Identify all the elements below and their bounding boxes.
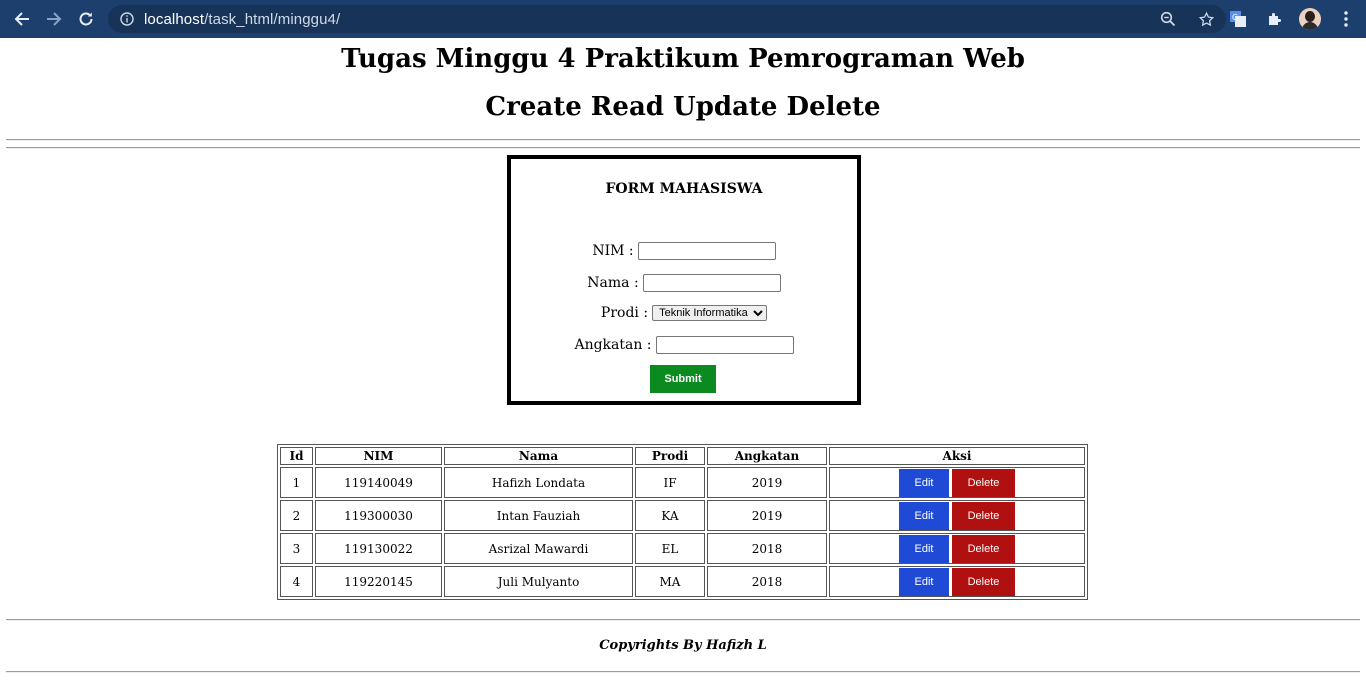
student-form: FORM MAHASISWA NIM : Nama : Prodi : Tekn… xyxy=(507,155,861,405)
menu-dots-icon[interactable] xyxy=(1334,7,1358,31)
angkatan-input[interactable] xyxy=(655,336,794,354)
angkatan-row: Angkatan : xyxy=(511,336,857,354)
cell-id: 3 xyxy=(280,533,313,564)
header-id: Id xyxy=(280,447,313,465)
cell-prodi: IF xyxy=(635,467,705,498)
extensions-icon[interactable] xyxy=(1262,7,1286,31)
delete-button[interactable]: Delete xyxy=(952,534,1015,563)
page-title: Tugas Minggu 4 Praktikum Pemrograman Web xyxy=(341,44,1025,74)
cell-nama: Juli Mulyanto xyxy=(444,566,633,597)
angkatan-label: Angkatan : xyxy=(574,337,652,353)
cell-aksi: Edit Delete xyxy=(829,566,1085,597)
cell-id: 4 xyxy=(280,566,313,597)
reload-icon[interactable] xyxy=(70,0,102,38)
cell-aksi: Edit Delete xyxy=(829,533,1085,564)
submit-button[interactable]: Submit xyxy=(650,365,716,393)
nama-row: Nama : xyxy=(511,274,857,292)
cell-id: 1 xyxy=(280,467,313,498)
table-row: 4 119220145 Juli Mulyanto MA 2018 Edit De… xyxy=(280,566,1085,597)
prodi-label: Prodi : xyxy=(600,305,649,321)
delete-button[interactable]: Delete xyxy=(952,468,1015,497)
info-icon[interactable] xyxy=(116,8,138,30)
table-header-row: Id NIM Nama Prodi Angkatan Aksi xyxy=(280,447,1085,465)
cell-angkatan: 2018 xyxy=(707,566,827,597)
cell-angkatan: 2018 xyxy=(707,533,827,564)
url-text: localhost/task_html/minggu4/ xyxy=(144,11,340,28)
cell-id: 2 xyxy=(280,500,313,531)
translate-icon[interactable]: G xyxy=(1226,7,1250,31)
forward-arrow-icon[interactable] xyxy=(38,0,70,38)
cell-aksi: Edit Delete xyxy=(829,467,1085,498)
nim-row: NIM : xyxy=(511,242,857,260)
header-aksi: Aksi xyxy=(829,447,1085,465)
back-arrow-icon[interactable] xyxy=(6,0,38,38)
divider xyxy=(6,139,1360,141)
nama-label: Nama : xyxy=(587,275,639,291)
cell-prodi: EL xyxy=(635,533,705,564)
form-title: FORM MAHASISWA xyxy=(605,181,763,197)
profile-avatar[interactable] xyxy=(1298,7,1322,31)
url-path: /task_html/minggu4/ xyxy=(204,10,341,28)
cell-prodi: KA xyxy=(635,500,705,531)
page-subtitle: Create Read Update Delete xyxy=(485,92,881,122)
cell-nim: 119130022 xyxy=(315,533,442,564)
edit-button[interactable]: Edit xyxy=(899,534,949,563)
divider xyxy=(6,147,1360,149)
cell-nim: 119300030 xyxy=(315,500,442,531)
edit-button[interactable]: Edit xyxy=(899,468,949,497)
zoom-icon[interactable] xyxy=(1156,7,1180,31)
cell-nim: 119220145 xyxy=(315,566,442,597)
header-nim: NIM xyxy=(315,447,442,465)
url-host: localhost xyxy=(144,10,205,28)
nim-input[interactable] xyxy=(637,242,776,260)
delete-button[interactable]: Delete xyxy=(952,501,1015,530)
cell-angkatan: 2019 xyxy=(707,500,827,531)
header-angkatan: Angkatan xyxy=(707,447,827,465)
prodi-row: Prodi : Teknik Informatika xyxy=(511,305,857,321)
cell-nama: Intan Fauziah xyxy=(444,500,633,531)
table-row: 3 119130022 Asrizal Mawardi EL 2018 Edit… xyxy=(280,533,1085,564)
address-bar[interactable]: localhost/task_html/minggu4/ xyxy=(108,5,1226,33)
nama-input[interactable] xyxy=(642,274,781,292)
table-row: 1 119140049 Hafizh Londata IF 2019 Edit D… xyxy=(280,467,1085,498)
header-nama: Nama xyxy=(444,447,633,465)
page-content: Tugas Minggu 4 Praktikum Pemrograman Web… xyxy=(0,38,1366,696)
divider xyxy=(6,619,1360,621)
prodi-select[interactable]: Teknik Informatika xyxy=(652,305,768,321)
divider xyxy=(6,671,1360,673)
star-icon[interactable] xyxy=(1194,7,1218,31)
cell-aksi: Edit Delete xyxy=(829,500,1085,531)
student-table: Id NIM Nama Prodi Angkatan Aksi 1 119140… xyxy=(277,444,1088,600)
svg-text:G: G xyxy=(1232,13,1238,22)
table-row: 2 119300030 Intan Fauziah KA 2019 Edit De… xyxy=(280,500,1085,531)
cell-nim: 119140049 xyxy=(315,467,442,498)
cell-prodi: MA xyxy=(635,566,705,597)
nim-label: NIM : xyxy=(592,243,634,259)
header-prodi: Prodi xyxy=(635,447,705,465)
edit-button[interactable]: Edit xyxy=(899,501,949,530)
edit-button[interactable]: Edit xyxy=(899,567,949,596)
cell-angkatan: 2019 xyxy=(707,467,827,498)
delete-button[interactable]: Delete xyxy=(952,567,1015,596)
cell-nama: Asrizal Mawardi xyxy=(444,533,633,564)
browser-toolbar: localhost/task_html/minggu4/ G xyxy=(0,0,1366,38)
cell-nama: Hafizh Londata xyxy=(444,467,633,498)
footer-copyright: Copyrights By Hafizh L xyxy=(599,638,767,653)
